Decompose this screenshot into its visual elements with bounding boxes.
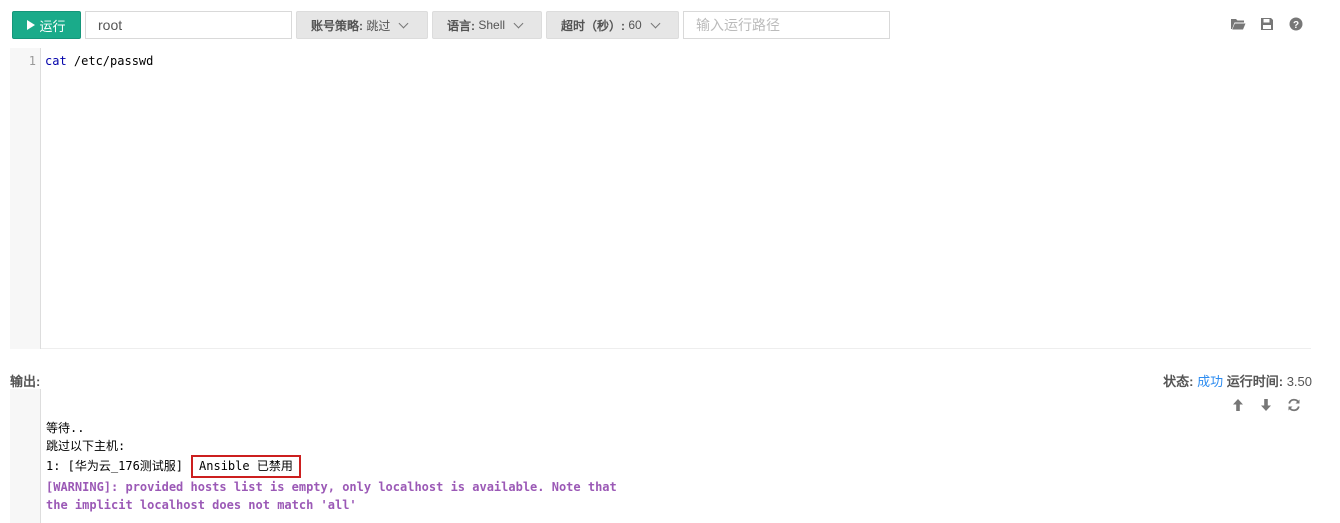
help-icon[interactable]: ? <box>1288 16 1304 32</box>
line-gutter: 1 <box>10 48 41 349</box>
line-number: 1 <box>28 54 36 68</box>
user-input[interactable] <box>85 11 292 39</box>
chevron-down-icon <box>398 18 409 28</box>
timeout-dropdown[interactable]: 超时（秒）: 60 <box>546 11 679 39</box>
runtime-value: 3.50 <box>1286 374 1312 389</box>
output-panel: 等待.. 跳过以下主机: 1: [华为云_176测试服] Ansible 已禁用 [WA… <box>10 389 1311 523</box>
run-button[interactable]: 运行 <box>12 11 81 39</box>
status-value: 成功 <box>1197 374 1224 389</box>
run-button-label: 运行 <box>39 18 66 34</box>
account-policy-label: 账号策略: <box>311 18 363 33</box>
language-label: 语言: <box>447 18 475 33</box>
run-path-input[interactable] <box>683 11 890 39</box>
output-gutter <box>10 389 41 523</box>
code-argument: /etc/passwd <box>66 54 154 68</box>
arrow-down-icon[interactable] <box>1258 397 1274 413</box>
chevron-down-icon <box>513 18 524 28</box>
runtime-label: 运行时间: <box>1226 374 1284 389</box>
save-icon[interactable] <box>1259 16 1275 32</box>
arrow-up-icon[interactable] <box>1230 397 1246 413</box>
output-line-host: 1: [华为云_176测试服] Ansible 已禁用 <box>46 455 617 478</box>
host-entry: 1: [华为云_176测试服] <box>46 459 184 473</box>
timeout-value: 60 <box>628 18 642 32</box>
language-value: Shell <box>478 18 506 32</box>
chevron-down-icon <box>650 18 661 28</box>
toolbar: 运行 账号策略: 跳过 语言: Shell 超时（秒）: 60 ? <box>12 10 1330 39</box>
folder-open-icon[interactable] <box>1230 16 1246 32</box>
output-line-skip: 跳过以下主机: <box>46 439 126 453</box>
timeout-label: 超时（秒）: <box>561 18 625 33</box>
status-label: 状态: <box>1163 374 1194 389</box>
code-editor[interactable]: 1 cat /etc/passwd <box>10 48 1311 349</box>
refresh-icon[interactable] <box>1286 397 1302 413</box>
output-text: 等待.. 跳过以下主机: 1: [华为云_176测试服] Ansible 已禁用 [WA… <box>46 419 617 514</box>
code-command: cat <box>45 54 67 68</box>
output-label: 输出: <box>10 374 41 389</box>
account-policy-dropdown[interactable]: 账号策略: 跳过 <box>296 11 428 39</box>
output-line-warning-2: the implicit localhost does not match 'a… <box>46 498 357 512</box>
play-icon <box>27 20 36 30</box>
status-area: 状态: 成功 运行时间: 3.50 <box>1163 371 1312 390</box>
svg-text:?: ? <box>1293 20 1299 31</box>
code-line: cat /etc/passwd <box>45 54 153 68</box>
language-dropdown[interactable]: 语言: Shell <box>432 11 542 39</box>
account-policy-value: 跳过 <box>366 18 391 33</box>
ansible-disabled-badge: Ansible 已禁用 <box>191 455 301 478</box>
output-line-warning-1: [WARNING]: provided hosts list is empty,… <box>46 480 617 494</box>
output-line-waiting: 等待.. <box>46 421 85 435</box>
